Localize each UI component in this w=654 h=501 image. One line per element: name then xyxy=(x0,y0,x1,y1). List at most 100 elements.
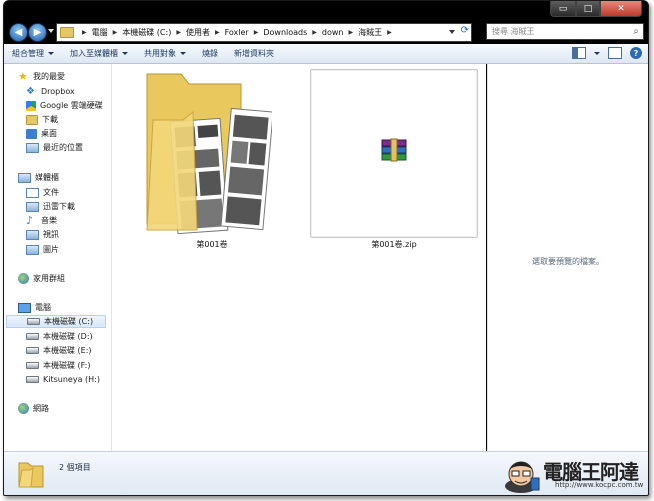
preview-placeholder-text: 選取要預覽的檔案。 xyxy=(532,257,604,266)
folder-thumbnail[interactable] xyxy=(144,70,272,238)
nav-videos[interactable]: 視訊 xyxy=(26,228,59,241)
nav-drive-c[interactable]: 本機磁碟 (C:) xyxy=(6,315,106,328)
back-button[interactable]: ◀ xyxy=(9,23,28,42)
folder-name[interactable]: 第001卷 xyxy=(172,239,252,250)
search-input[interactable]: 搜尋 海賊王 ⌕ xyxy=(486,23,644,40)
navigation-pane: ★ 我的最愛 ❖ Dropbox Google 雲端硬碟 下載 桌面 最近的位置 媒… xyxy=(4,64,112,451)
breadcrumb-item[interactable]: 電腦 ▶ xyxy=(92,27,123,38)
nav-libraries[interactable]: 媒體櫃 xyxy=(18,171,59,184)
drive-icon xyxy=(26,347,39,354)
share-label: 共用對象 xyxy=(144,49,176,58)
nav-dropbox[interactable]: ❖ Dropbox xyxy=(26,85,75,98)
nav-label: 圖片 xyxy=(43,245,59,254)
minimize-button[interactable]: ▭ xyxy=(550,1,576,17)
nav-drive-e[interactable]: 本機磁碟 (E:) xyxy=(26,344,92,357)
new-folder-label: 新增資料夾 xyxy=(234,49,274,58)
drive-icon xyxy=(26,362,39,369)
breadcrumb-item[interactable]: 使用者 ▶ xyxy=(186,27,225,38)
nav-label: Kitsuneya (H:) xyxy=(43,375,100,384)
breadcrumb-item[interactable]: Foxler ▶ xyxy=(225,28,264,37)
nav-desktop[interactable]: 桌面 xyxy=(26,127,57,140)
nav-drive-h[interactable]: Kitsuneya (H:) xyxy=(26,373,100,386)
include-in-library-menu[interactable]: 加入至媒體櫃 xyxy=(62,48,136,59)
star-icon: ★ xyxy=(18,69,28,83)
pictures-icon xyxy=(26,244,39,255)
watermark: 電腦王阿達 http://www.kocpc.com.tw xyxy=(499,452,648,495)
refresh-icon[interactable]: ⟳ xyxy=(461,25,469,36)
nav-drive-d[interactable]: 本機磁碟 (D:) xyxy=(26,330,93,343)
recent-pages-dropdown[interactable] xyxy=(48,29,54,33)
chevron-right-icon[interactable]: ▶ xyxy=(387,29,392,36)
chevron-right-icon[interactable]: ▶ xyxy=(349,29,354,36)
zip-file-thumbnail[interactable] xyxy=(310,69,478,238)
chevron-right-icon[interactable]: ▶ xyxy=(215,29,220,36)
nav-computer[interactable]: 電腦 xyxy=(18,301,51,314)
nav-label: Dropbox xyxy=(41,87,75,96)
title-bar: ▭ □ ✕ xyxy=(4,1,648,20)
nav-network[interactable]: 網路 xyxy=(18,402,49,415)
google-drive-icon xyxy=(26,100,36,111)
desktop-icon xyxy=(26,128,37,139)
close-button[interactable]: ✕ xyxy=(600,1,642,17)
breadcrumb-label: 電腦 xyxy=(91,28,108,37)
nav-drive-f[interactable]: 本機磁碟 (F:) xyxy=(26,359,90,372)
nav-label: 電腦 xyxy=(35,303,51,312)
share-with-menu[interactable]: 共用對象 xyxy=(136,48,194,59)
chevron-right-icon[interactable]: ▶ xyxy=(113,29,118,36)
libraries-icon xyxy=(18,172,31,183)
nav-label: 視訊 xyxy=(43,230,59,239)
breadcrumb-label: Downloads xyxy=(263,28,308,37)
minimize-icon: ▭ xyxy=(558,3,568,14)
chevron-right-icon[interactable]: ▶ xyxy=(312,29,317,36)
nav-documents[interactable]: 文件 xyxy=(26,186,59,199)
nav-pictures[interactable]: 圖片 xyxy=(26,243,59,256)
organize-menu[interactable]: 組合管理 xyxy=(4,48,62,59)
nav-homegroup[interactable]: 家用群組 xyxy=(18,272,65,285)
drive-icon xyxy=(27,318,40,325)
nav-label: 我的最愛 xyxy=(33,72,65,81)
burn-button[interactable]: 燒錄 xyxy=(194,48,226,59)
forward-button[interactable]: ▶ xyxy=(28,23,47,42)
video-icon xyxy=(26,229,39,240)
preview-pane-icon[interactable] xyxy=(608,47,622,59)
change-view-icon[interactable] xyxy=(572,47,586,59)
nav-label: 迅雷下載 xyxy=(43,202,75,211)
search-placeholder: 搜尋 海賊王 xyxy=(492,27,535,36)
winrar-archive-icon xyxy=(381,138,407,162)
nav-label: 家用群組 xyxy=(33,274,65,283)
address-history-dropdown[interactable] xyxy=(449,30,455,34)
nav-favorites[interactable]: ★ 我的最愛 xyxy=(18,70,65,83)
nav-label: 網路 xyxy=(33,404,49,413)
nav-label: 下載 xyxy=(42,115,58,124)
maximize-button[interactable]: □ xyxy=(576,1,600,17)
breadcrumb-item[interactable]: Downloads ▶ xyxy=(263,28,322,37)
nav-downloads[interactable]: 下載 xyxy=(26,113,58,126)
breadcrumb-label: down xyxy=(321,28,344,37)
nav-thunder-downloads[interactable]: 迅雷下載 xyxy=(26,200,75,213)
nav-google-drive[interactable]: Google 雲端硬碟 xyxy=(26,99,103,112)
nav-label: 桌面 xyxy=(41,129,57,138)
address-row: ◀ ▶ ▶ 電腦 ▶ 本機磁碟 (C:) ▶ 使用者 ▶ Foxler ▶ Downlo… xyxy=(4,20,648,44)
chevron-down-icon[interactable] xyxy=(594,51,600,55)
chevron-right-icon[interactable]: ▶ xyxy=(254,29,259,36)
new-folder-button[interactable]: 新增資料夾 xyxy=(226,48,282,59)
item-count: 2 個項目 xyxy=(59,463,91,472)
address-bar[interactable]: ▶ 電腦 ▶ 本機磁碟 (C:) ▶ 使用者 ▶ Foxler ▶ Downloads ▶… xyxy=(56,23,472,42)
help-icon[interactable]: ? xyxy=(630,47,642,59)
network-icon xyxy=(18,403,29,414)
breadcrumb-item[interactable]: 海賊王 ▶ xyxy=(358,27,397,38)
computer-icon xyxy=(18,302,31,313)
chevron-right-icon[interactable]: ▶ xyxy=(176,29,181,36)
crumb-separator[interactable]: ▶ xyxy=(77,29,92,36)
zip-file-name[interactable]: 第001卷.zip xyxy=(310,239,478,250)
chevron-down-icon xyxy=(180,52,186,55)
nav-recent-places[interactable]: 最近的位置 xyxy=(26,141,83,154)
command-bar: 組合管理 加入至媒體櫃 共用對象 燒錄 新增資料夾 ? xyxy=(4,44,648,64)
organize-label: 組合管理 xyxy=(12,49,44,58)
nav-music[interactable]: ♪ 音樂 xyxy=(26,214,57,227)
breadcrumb-item[interactable]: down ▶ xyxy=(322,28,358,37)
arrow-left-icon: ◀ xyxy=(14,27,23,38)
burn-label: 燒錄 xyxy=(202,49,218,58)
breadcrumb-item[interactable]: 本機磁碟 (C:) ▶ xyxy=(122,27,186,38)
nav-label: 本機磁碟 (C:) xyxy=(44,317,94,326)
